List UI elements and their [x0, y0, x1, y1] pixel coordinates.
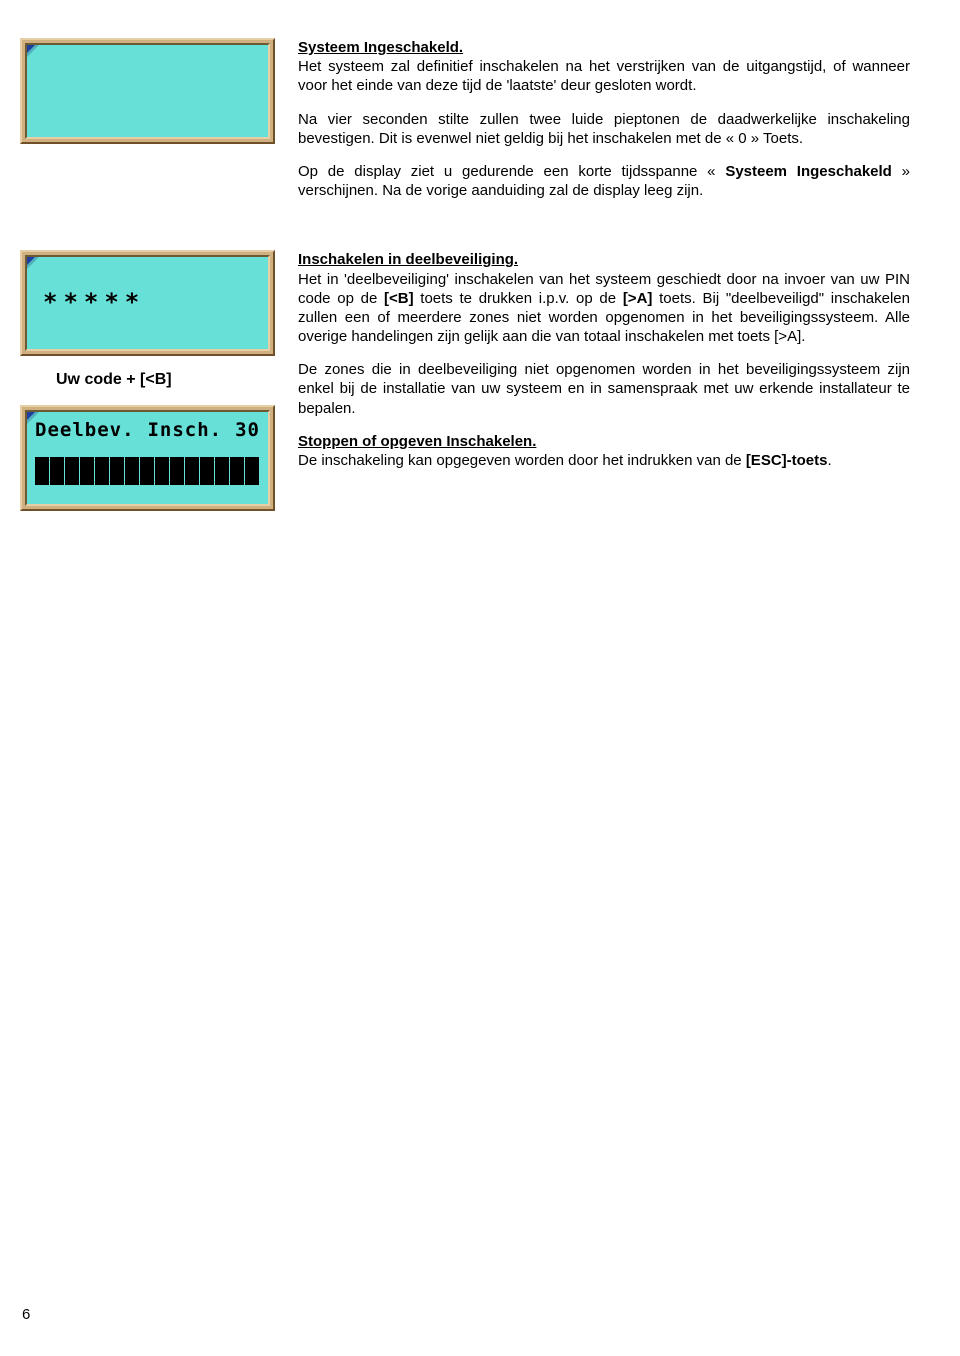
display-deelbev-label1: Deelbev.	[35, 418, 135, 442]
section2-a-k1: [<B]	[384, 290, 414, 307]
display-corner-icon	[27, 45, 39, 57]
display-deelbev-label2: Insch.	[147, 418, 222, 442]
display-pin-stars: *****	[43, 287, 145, 318]
display-progress-bar	[35, 457, 260, 485]
section2-heading-c: Stoppen of opgeven Inschakelen.	[298, 433, 536, 450]
section2-heading-a: Inschakelen in deelbeveiliging.	[298, 251, 518, 268]
display-pin-screen: *****	[25, 255, 270, 351]
section1-heading: Systeem Ingeschakeld.	[298, 39, 463, 56]
display-deelbev-screen: Deelbev. Insch. 30	[25, 410, 270, 506]
section2-c-t2: .	[827, 452, 831, 469]
section1-text2: Na vier seconden stilte zullen twee luid…	[298, 111, 910, 147]
section2-c-t1: De inschakeling kan opgegeven worden doo…	[298, 452, 746, 469]
section2-a-t2: toets te drukken i.p.v. op de	[414, 290, 623, 307]
display-corner-icon	[27, 257, 39, 269]
section1-text1: Het systeem zal definitief inschakelen n…	[298, 58, 910, 94]
section2-a-k2: [>A]	[623, 290, 653, 307]
caption-code: Uw code + [<B]	[56, 370, 172, 390]
display-corner-icon	[27, 412, 39, 424]
page-number: 6	[22, 1305, 30, 1324]
section2-c-k1: [ESC]-toets	[746, 452, 828, 469]
section1-text3b: Systeem Ingeschakeld	[725, 163, 892, 180]
display-deelbev: Deelbev. Insch. 30	[20, 405, 275, 511]
display-blank	[20, 38, 275, 144]
section1-text3a: Op de display ziet u gedurende een korte…	[298, 163, 725, 180]
display-pin: *****	[20, 250, 275, 356]
display-deelbev-count: 30	[235, 418, 260, 442]
display-blank-screen	[25, 43, 270, 139]
section2-b: De zones die in deelbeveiliging niet opg…	[298, 361, 910, 416]
